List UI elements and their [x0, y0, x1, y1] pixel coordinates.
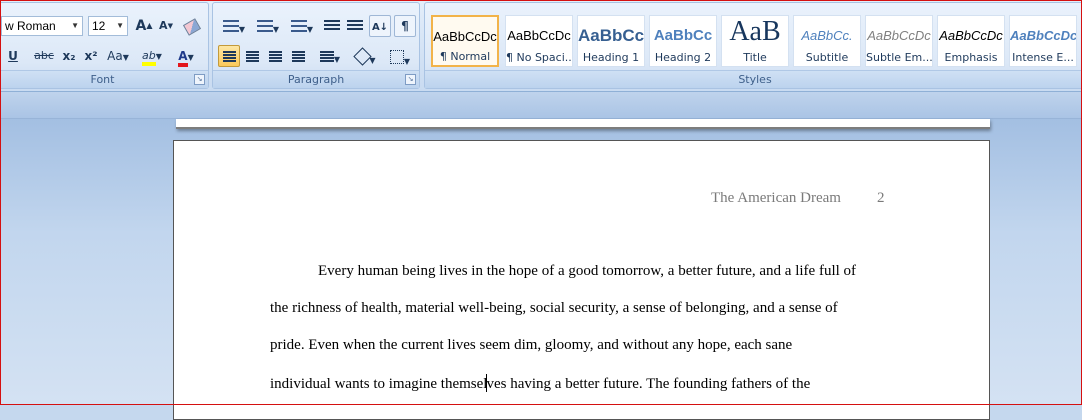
indent-icon — [347, 20, 363, 32]
pilcrow-icon: ¶ — [401, 19, 409, 33]
style-name: Intense E... — [1012, 51, 1074, 64]
align-right-icon — [268, 51, 282, 62]
style-name: Subtitle — [805, 51, 849, 64]
font-size-combo[interactable]: 12 ▼ — [88, 16, 128, 36]
style-heading-1[interactable]: AaBbCc Heading 1 — [577, 15, 645, 67]
style-sample: AaB — [729, 18, 781, 46]
shading-button[interactable]: ▼ — [351, 45, 381, 67]
header-title: The American Dream — [711, 190, 841, 206]
style-intense-emphasis[interactable]: AaBbCcDc Intense E... — [1009, 15, 1077, 67]
superscript-button[interactable]: x² — [80, 45, 102, 67]
style-emphasis[interactable]: AaBbCcDc Emphasis — [937, 15, 1005, 67]
borders-button[interactable]: ▼ — [385, 45, 415, 67]
style-name: Heading 2 — [654, 51, 712, 64]
body-line[interactable]: pride. Even when the current lives seem … — [270, 337, 792, 354]
line-spacing-icon — [319, 51, 334, 62]
font-group-label: Font — [0, 70, 208, 88]
align-center-button[interactable] — [241, 45, 263, 67]
strikethrough-button[interactable]: abc — [31, 45, 57, 67]
style-sample: AaBbCcDc — [939, 28, 1003, 43]
grow-font-icon: A — [135, 18, 147, 34]
font-dialog-launcher-icon[interactable]: ↘ — [194, 74, 205, 85]
sort-icon: A↓ — [371, 22, 389, 33]
style-subtitle[interactable]: AaBbCc. Subtitle — [793, 15, 861, 67]
bullets-button[interactable]: ▼ — [218, 15, 250, 37]
sort-button[interactable]: A↓ — [369, 15, 391, 37]
document-page[interactable]: The American Dream 2 Every human being li… — [173, 140, 990, 420]
style-name: Title — [743, 51, 767, 64]
grow-font-button[interactable]: A▲ — [133, 15, 155, 37]
change-case-button[interactable]: Aa▼ — [104, 45, 132, 67]
style-no-spacing[interactable]: AaBbCcDc ¶ No Spaci... — [505, 15, 573, 67]
font-group: w Roman ▼ 12 ▼ A▲ A▼ U abc x₂ x² Aa▼ ab▼… — [0, 2, 209, 89]
justify-icon — [291, 51, 305, 62]
ruler-band — [0, 92, 1082, 119]
style-sample: AaBbCcDc — [867, 28, 931, 43]
style-sample: AaBbCc. — [801, 28, 853, 43]
numbered-list-icon — [256, 20, 273, 32]
style-name: Subtle Em... — [866, 51, 932, 64]
paragraph-group: ▼ ▼ ▼ A↓ ¶ ▼ ▼ ▼ Paragraph ↘ — [212, 2, 420, 89]
style-sample: AaBbCcDc — [433, 29, 497, 44]
font-color-icon: A — [178, 49, 188, 67]
borders-icon — [389, 50, 404, 64]
decrease-indent-button[interactable] — [321, 15, 343, 37]
increase-indent-button[interactable] — [344, 15, 366, 37]
paragraph-dialog-launcher-icon[interactable]: ↘ — [405, 74, 416, 85]
subscript-button[interactable]: x₂ — [58, 45, 80, 67]
previous-page-bottom-edge — [176, 119, 990, 129]
highlighter-icon: ab — [142, 49, 156, 66]
justify-button[interactable] — [287, 45, 309, 67]
chevron-down-icon: ▼ — [116, 21, 124, 30]
font-name-combo[interactable]: w Roman ▼ — [1, 16, 83, 36]
font-color-button[interactable]: A▼ — [171, 45, 201, 67]
align-left-button[interactable] — [218, 45, 240, 67]
style-name: ¶ Normal — [439, 50, 491, 63]
style-heading-2[interactable]: AaBbCc Heading 2 — [649, 15, 717, 67]
body-line[interactable]: individual wants to imagine themselves h… — [270, 374, 810, 393]
body-line[interactable]: the richness of health, material well-be… — [270, 300, 838, 317]
ribbon: w Roman ▼ 12 ▼ A▲ A▼ U abc x₂ x² Aa▼ ab▼… — [0, 0, 1082, 92]
font-name-value: w Roman — [5, 19, 56, 33]
styles-group: AaBbCcDc ¶ Normal AaBbCcDc ¶ No Spaci...… — [424, 2, 1082, 89]
style-title[interactable]: AaB Title — [721, 15, 789, 67]
eraser-icon — [182, 18, 202, 36]
style-sample: AaBbCc — [653, 27, 713, 44]
chevron-down-icon: ▼ — [71, 21, 79, 30]
paragraph-group-label: Paragraph — [213, 70, 419, 88]
highlight-color-button[interactable]: ab▼ — [137, 45, 167, 67]
shrink-font-icon: A — [159, 19, 168, 32]
style-sample: AaBbCcDc — [1010, 28, 1076, 43]
multilevel-list-button[interactable]: ▼ — [286, 15, 318, 37]
style-sample: AaBbCcDc — [507, 28, 571, 43]
header-page-number: 2 — [876, 190, 885, 206]
style-sample: AaBbCc — [578, 26, 644, 45]
numbering-button[interactable]: ▼ — [252, 15, 284, 37]
style-name: Heading 1 — [582, 51, 640, 64]
align-right-button[interactable] — [264, 45, 286, 67]
page-header: The American Dream 2 — [711, 190, 884, 207]
style-subtle-emphasis[interactable]: AaBbCcDc Subtle Em... — [865, 15, 933, 67]
styles-group-label: Styles — [425, 70, 1082, 88]
align-left-icon — [222, 51, 236, 62]
style-name: ¶ No Spaci... — [506, 51, 572, 64]
font-size-value: 12 — [92, 19, 106, 33]
style-name: Emphasis — [944, 51, 998, 64]
bullet-list-icon — [222, 20, 239, 32]
shrink-font-button[interactable]: A▼ — [155, 15, 177, 37]
underline-button[interactable]: U — [3, 45, 23, 67]
show-formatting-marks-button[interactable]: ¶ — [394, 15, 416, 37]
line-spacing-button[interactable]: ▼ — [315, 45, 345, 67]
body-line[interactable]: Every human being lives in the hope of a… — [318, 263, 856, 280]
style-normal[interactable]: AaBbCcDc ¶ Normal — [431, 15, 499, 67]
align-center-icon — [245, 51, 259, 62]
multilevel-list-icon — [290, 20, 307, 32]
outdent-icon — [324, 20, 340, 32]
clear-formatting-button[interactable] — [180, 15, 204, 37]
